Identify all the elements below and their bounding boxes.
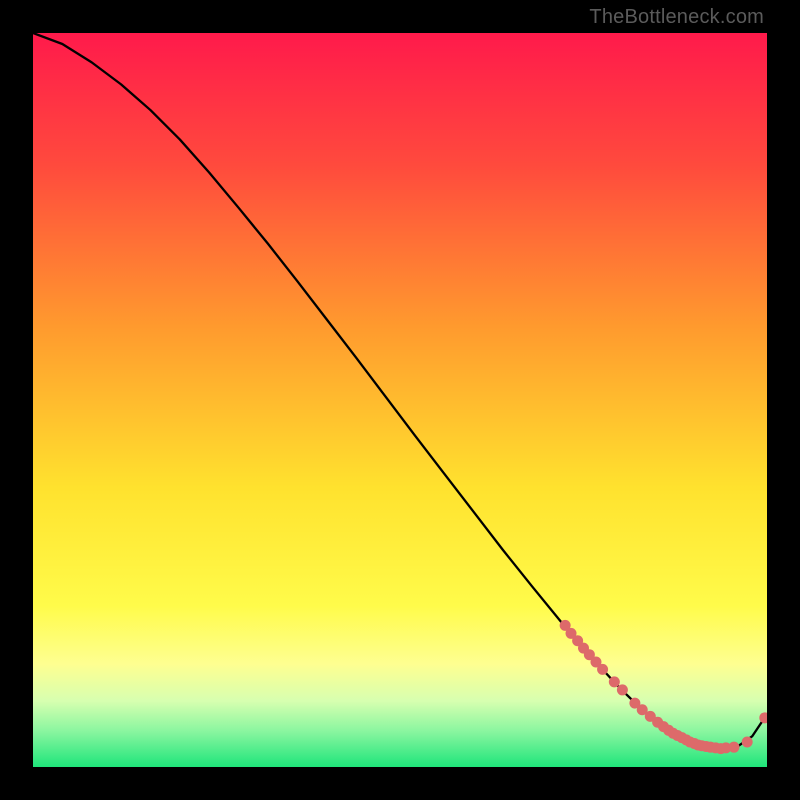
curve-layer	[33, 33, 767, 767]
data-marker	[609, 676, 620, 687]
bottleneck-curve	[33, 33, 767, 749]
data-marker	[759, 712, 767, 723]
data-marker	[742, 737, 753, 748]
curve-svg	[33, 33, 767, 767]
data-markers	[560, 620, 767, 754]
chart-stage: TheBottleneck.com	[0, 0, 800, 800]
data-marker	[617, 684, 628, 695]
data-marker	[728, 742, 739, 753]
watermark-text: TheBottleneck.com	[589, 6, 764, 29]
plot-area	[33, 33, 767, 767]
data-marker	[597, 664, 608, 675]
